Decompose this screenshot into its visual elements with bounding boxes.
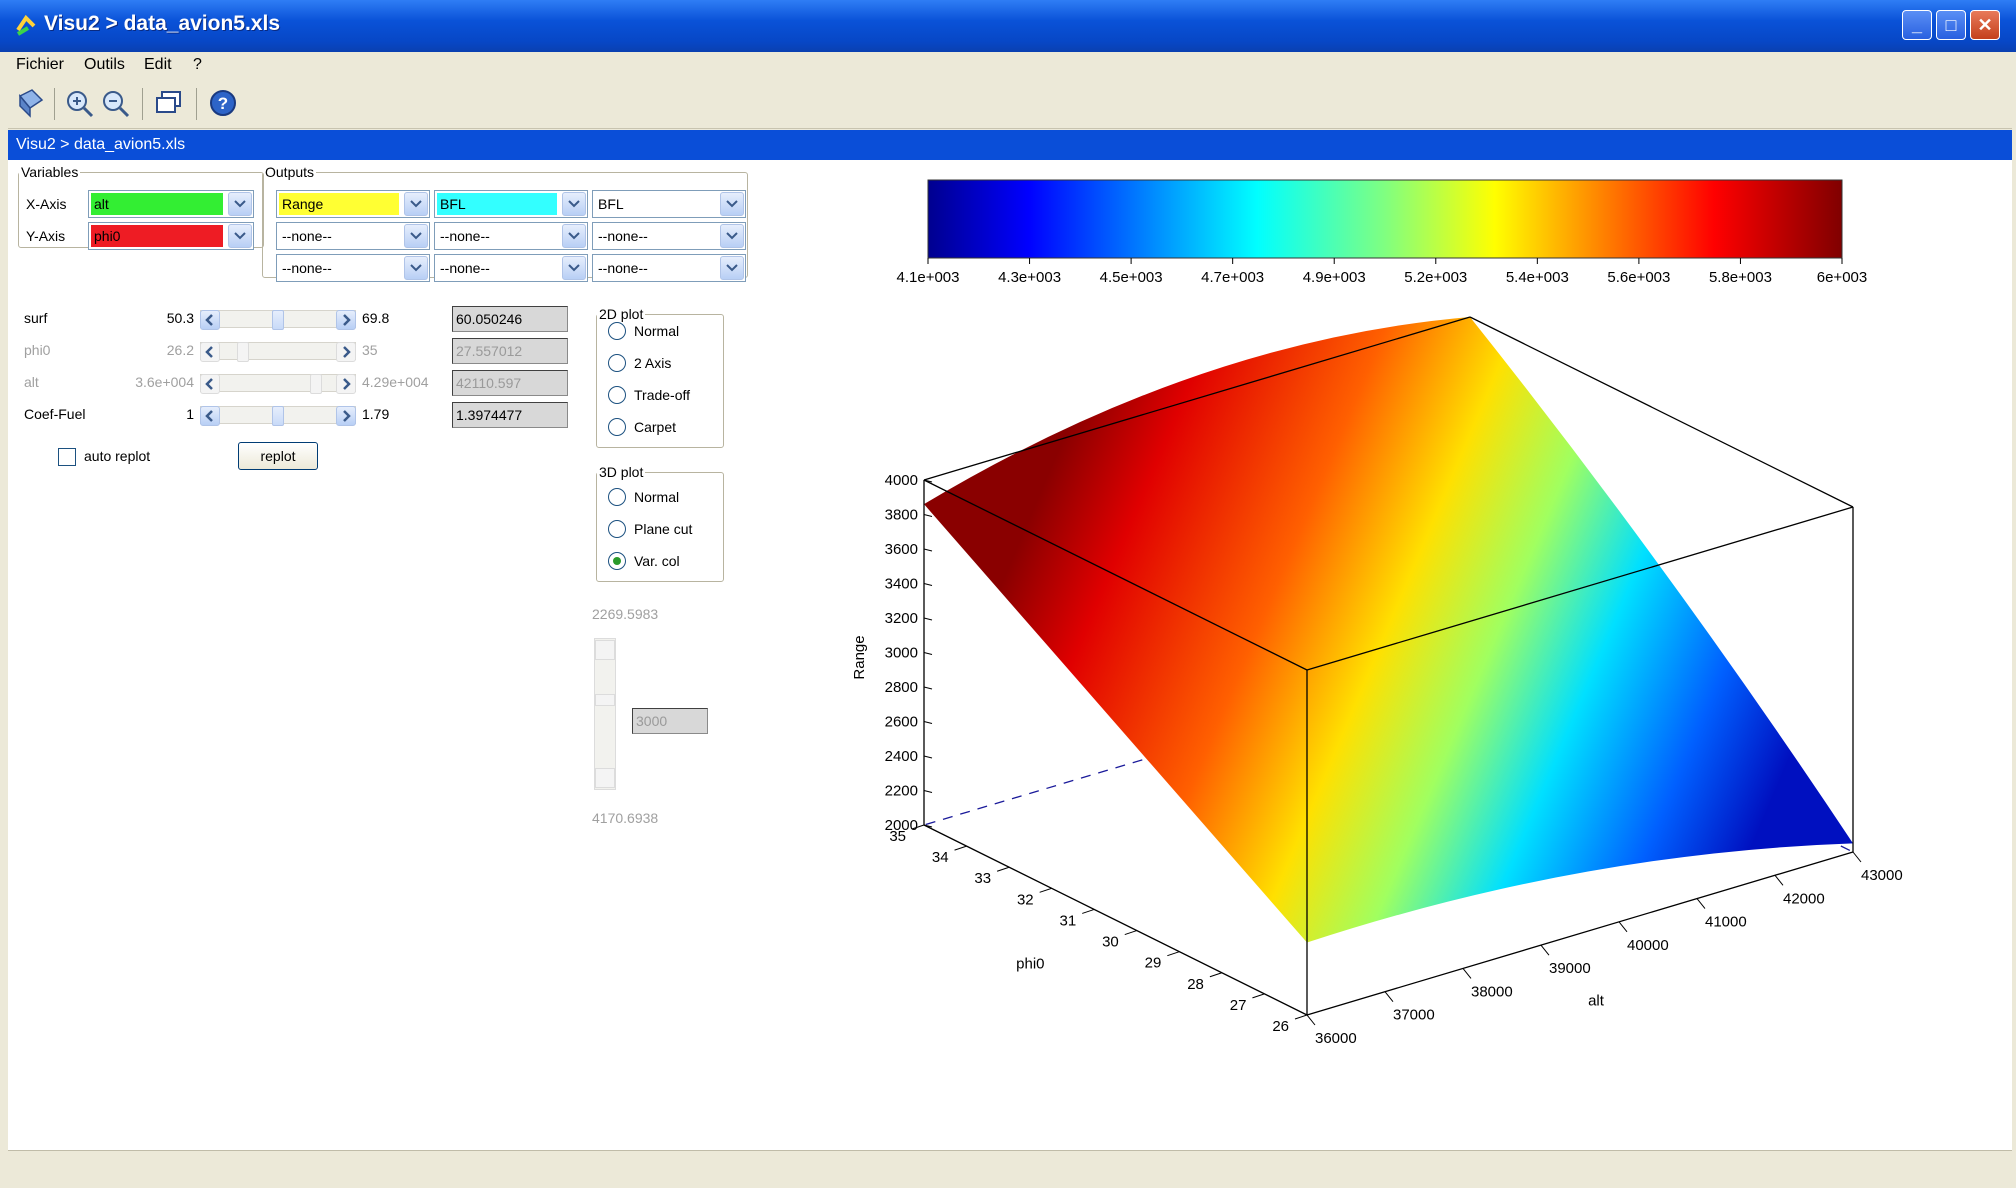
z-tick-label: 2200 [885, 783, 918, 800]
y-tick-label: 35 [889, 828, 906, 845]
z-tick-label: 3400 [885, 576, 918, 593]
y-tick-label: 27 [1230, 997, 1247, 1014]
y-tick [1294, 1014, 1308, 1020]
colorbar-tick-label: 4.3e+003 [998, 269, 1061, 286]
x-tick [1462, 968, 1472, 979]
z-tick-label: 3600 [885, 541, 918, 558]
z-tick-label: 3800 [885, 507, 918, 524]
colorbar-tick-label: 6e+003 [1817, 269, 1867, 286]
z-axis-label: Range [851, 635, 868, 679]
colorbar-tick-label: 5.4e+003 [1506, 269, 1569, 286]
z-tick-label: 3200 [885, 610, 918, 627]
y-tick [1167, 951, 1180, 957]
y-tick [1039, 887, 1052, 893]
x-tick-label: 38000 [1471, 983, 1513, 1000]
y-tick [1082, 908, 1095, 914]
colorbar-tick-label: 5.6e+003 [1607, 269, 1670, 286]
x-tick-label: 40000 [1627, 937, 1669, 954]
client-area: Variables X-Axis alt Y-Axis phi0 Outputs… [8, 160, 2012, 1150]
x-tick [1540, 944, 1550, 956]
y-tick-label: 28 [1187, 976, 1204, 993]
colorbar-tick-label: 4.7e+003 [1201, 269, 1264, 286]
z-tick-label: 3000 [885, 645, 918, 662]
y-tick [954, 845, 967, 851]
y-tick-label: 29 [1145, 955, 1162, 972]
y-tick-label: 26 [1272, 1018, 1289, 1035]
colorbar-tick-label: 5.8e+003 [1709, 269, 1772, 286]
z-tick [923, 755, 933, 759]
z-tick-label: 2800 [885, 679, 918, 696]
z-tick [923, 790, 933, 793]
x-tick-label: 43000 [1861, 867, 1903, 884]
x-tick-label: 42000 [1783, 890, 1825, 907]
status-bar [8, 1150, 2012, 1183]
colorbar [927, 179, 1843, 259]
y-tick [1124, 930, 1137, 936]
y-tick [1252, 993, 1265, 999]
surface-chart[interactable]: 4.1e+003 4.3e+003 4.5e+003 4.7e+003 4.9e+003… [0, 0, 2016, 1188]
x-tick [1306, 1014, 1316, 1026]
z-tick-label: 2600 [885, 714, 918, 731]
z-tick [923, 617, 933, 621]
surface [924, 317, 1853, 943]
z-tick [923, 652, 933, 655]
x-tick [1696, 898, 1706, 909]
colorbar-tick-label: 4.9e+003 [1303, 269, 1366, 286]
y-tick-label: 31 [1060, 912, 1077, 929]
y-tick [1209, 972, 1223, 978]
x-tick [1384, 991, 1394, 1003]
x-tick-label: 41000 [1705, 914, 1747, 931]
x-tick [1618, 921, 1628, 933]
x-tick-label: 39000 [1549, 960, 1591, 977]
x-tick-label: 36000 [1315, 1030, 1357, 1047]
y-tick-label: 33 [974, 870, 991, 887]
colorbar-tick-label: 5.2e+003 [1404, 269, 1467, 286]
z-tick [923, 514, 933, 517]
z-tick-label: 2400 [885, 748, 918, 765]
z-tick-label: 4000 [885, 472, 918, 489]
z-tick [923, 721, 933, 724]
x-axis-label: alt [1588, 993, 1605, 1010]
y-tick-label: 34 [932, 849, 949, 866]
colorbar-tick-label: 4.5e+003 [1100, 269, 1163, 286]
y-tick-label: 32 [1017, 891, 1034, 908]
app-window: Visu2 > data_avion5.xls _ □ ✕ Fichier Ou… [0, 0, 2016, 1188]
z-tick [923, 686, 933, 690]
y-axis-label: phi0 [1016, 956, 1044, 973]
x-tick [1852, 851, 1862, 863]
colorbar-tick-label: 4.1e+003 [897, 269, 960, 286]
y-tick-label: 30 [1102, 934, 1119, 951]
x-tick [1774, 874, 1784, 886]
z-tick [923, 583, 933, 586]
z-tick [923, 548, 933, 552]
x-tick-label: 37000 [1393, 1007, 1435, 1024]
y-tick [996, 866, 1010, 872]
